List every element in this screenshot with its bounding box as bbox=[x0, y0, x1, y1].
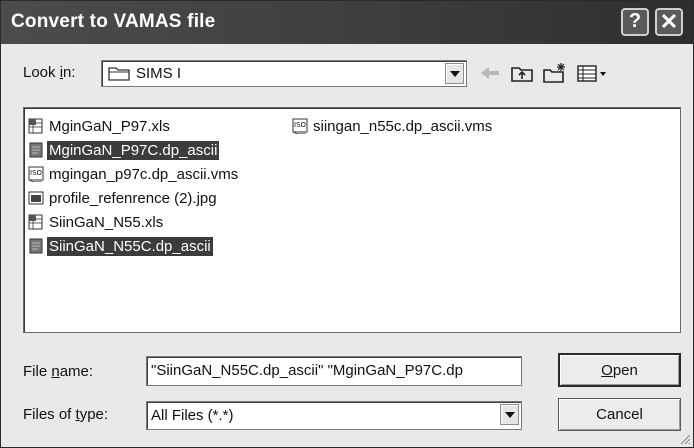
lookin-value: SIMS I bbox=[136, 65, 182, 82]
file-item[interactable]: SiinGaN_N55C.dp_ascii bbox=[28, 236, 213, 256]
filename-value: "SiinGaN_N55C.dp_ascii" "MginGaN_P97C.dp bbox=[151, 362, 463, 379]
chevron-down-icon bbox=[505, 412, 515, 418]
generic-file-icon bbox=[29, 238, 43, 254]
back-arrow-icon[interactable] bbox=[477, 61, 503, 85]
up-folder-icon[interactable] bbox=[509, 61, 535, 85]
filetype-dropdown-button[interactable] bbox=[500, 404, 519, 425]
help-icon: ? bbox=[628, 10, 642, 32]
excel-file-icon bbox=[28, 214, 43, 230]
filetype-label: Files of type: bbox=[23, 406, 109, 423]
cancel-button[interactable]: Cancel bbox=[558, 398, 681, 431]
iso-file-icon: ISO bbox=[28, 166, 44, 182]
filename-input[interactable]: "SiinGaN_N55C.dp_ascii" "MginGaN_P97C.dp bbox=[146, 356, 522, 386]
excel-file-icon bbox=[28, 118, 43, 134]
filename-label: File name: bbox=[23, 363, 94, 380]
view-menu-icon[interactable] bbox=[575, 61, 609, 85]
lookin-dropdown-button[interactable] bbox=[445, 63, 464, 84]
file-item[interactable]: ISO mgingan_p97c.dp_ascii.vms bbox=[28, 164, 240, 184]
file-list[interactable]: MginGaN_P97.xls MginGaN_P97C.dp_ascii IS… bbox=[23, 107, 681, 333]
lookin-label: Look in: bbox=[23, 64, 76, 81]
file-item[interactable]: ISO siingan_n55c.dp_ascii.vms bbox=[292, 116, 494, 136]
help-button[interactable]: ? bbox=[621, 8, 649, 36]
filetype-value: All Files (*.*) bbox=[151, 407, 234, 424]
close-icon: ✕ bbox=[659, 9, 679, 34]
generic-file-icon bbox=[29, 142, 43, 158]
iso-file-icon: ISO bbox=[292, 118, 308, 134]
open-button[interactable]: Open bbox=[558, 353, 681, 387]
folder-icon bbox=[108, 67, 130, 81]
lookin-dropdown[interactable]: SIMS I bbox=[101, 60, 467, 87]
file-item[interactable]: SiinGaN_N55.xls bbox=[28, 212, 165, 232]
file-item[interactable]: MginGaN_P97.xls bbox=[28, 116, 172, 136]
svg-text:ISO: ISO bbox=[294, 121, 307, 129]
filetype-select[interactable]: All Files (*.*) bbox=[146, 401, 522, 430]
image-file-icon bbox=[28, 191, 44, 205]
convert-dialog: Convert to VAMAS file ? ✕ Look in: SIMS … bbox=[0, 0, 694, 448]
resize-grip-icon[interactable] bbox=[679, 433, 691, 445]
close-button[interactable]: ✕ bbox=[655, 8, 683, 36]
dialog-title: Convert to VAMAS file bbox=[11, 11, 216, 32]
svg-text:ISO: ISO bbox=[30, 169, 43, 177]
title-bar[interactable]: Convert to VAMAS file ? ✕ bbox=[1, 1, 693, 44]
file-item[interactable]: MginGaN_P97C.dp_ascii bbox=[28, 140, 220, 160]
new-folder-icon[interactable] bbox=[541, 61, 569, 85]
chevron-down-icon bbox=[450, 71, 460, 77]
file-item[interactable]: profile_refenrence (2).jpg bbox=[28, 188, 219, 208]
